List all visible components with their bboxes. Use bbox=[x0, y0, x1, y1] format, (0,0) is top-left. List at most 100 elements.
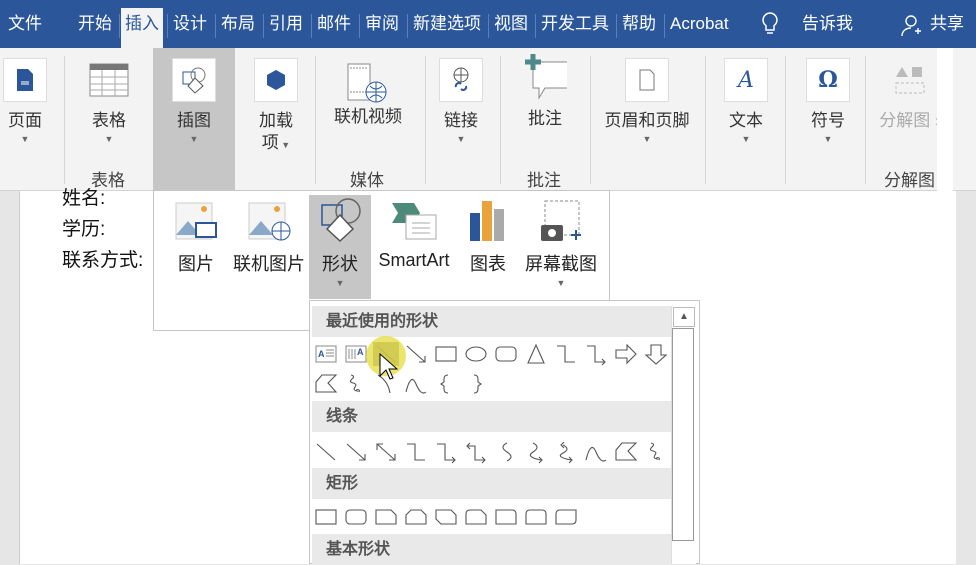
online-pictures-button[interactable]: 联机图片 bbox=[230, 195, 308, 291]
chart-icon bbox=[470, 201, 504, 241]
tab-separator bbox=[311, 14, 312, 38]
elbow-shape-icon[interactable] bbox=[403, 440, 429, 464]
tab-separator bbox=[167, 14, 168, 38]
round1-rect-shape-icon[interactable] bbox=[493, 505, 519, 529]
tab-12[interactable]: Acrobat bbox=[666, 0, 733, 48]
snip2-same-rect-shape-icon[interactable] bbox=[403, 505, 429, 529]
curve-arrow-shape-icon[interactable] bbox=[523, 440, 549, 464]
textbox-shape-icon[interactable]: A bbox=[313, 342, 339, 366]
group-separator bbox=[500, 56, 501, 184]
dropdown-arrow-icon: ▼ bbox=[189, 134, 199, 144]
arrow-shape-icon[interactable] bbox=[403, 342, 429, 366]
right-arrow-shape-icon[interactable] bbox=[613, 342, 639, 366]
tab-separator bbox=[263, 14, 264, 38]
tab-2[interactable]: 插入 bbox=[121, 8, 163, 48]
elbow-double-arrow-shape-icon[interactable] bbox=[463, 440, 489, 464]
tab-separator bbox=[359, 14, 360, 38]
tab-4[interactable]: 布局 bbox=[217, 0, 259, 48]
link-icon bbox=[439, 58, 483, 102]
online-picture-icon bbox=[248, 202, 291, 241]
tab-separator bbox=[407, 14, 408, 38]
rounded-rect-shape-icon[interactable] bbox=[343, 505, 369, 529]
pictures-button[interactable]: 图片 bbox=[168, 195, 224, 291]
shapes-icon bbox=[321, 198, 361, 243]
freeform-shape-icon[interactable] bbox=[613, 440, 639, 464]
curve-shape-icon[interactable] bbox=[403, 372, 429, 396]
snip2-diag-rect-shape-icon[interactable] bbox=[433, 505, 459, 529]
ribbon-scroll[interactable] bbox=[937, 48, 953, 191]
pages-button[interactable]: 页面 ▼ bbox=[0, 52, 50, 192]
scribble-shape-icon[interactable] bbox=[643, 440, 669, 464]
dropdown-arrow-icon: ▼ bbox=[556, 278, 566, 288]
curve-double-arrow-shape-icon[interactable] bbox=[553, 440, 579, 464]
group-separator bbox=[590, 56, 591, 184]
tab-1[interactable]: 开始 bbox=[74, 0, 116, 48]
tab-0[interactable]: 文件 bbox=[4, 0, 46, 48]
down-arrow-shape-icon[interactable] bbox=[643, 342, 669, 366]
symbols-button[interactable]: Ω 符号 ▼ bbox=[800, 52, 856, 192]
page-icon bbox=[3, 58, 47, 102]
document-line: 姓名: bbox=[62, 188, 106, 209]
group-separator bbox=[705, 56, 706, 184]
group-separator bbox=[425, 56, 426, 184]
screenshot-button[interactable]: 屏幕截图 ▼ bbox=[520, 195, 602, 291]
group-separator bbox=[64, 56, 65, 184]
arrow-shape-icon[interactable] bbox=[343, 440, 369, 464]
round2-same-rect-shape-icon[interactable] bbox=[523, 505, 549, 529]
table-icon bbox=[87, 58, 131, 102]
tab-8[interactable]: 新建选项 bbox=[409, 0, 485, 48]
rect-shape-icon[interactable] bbox=[433, 342, 459, 366]
tab-separator bbox=[215, 14, 216, 38]
triangle-shape-icon[interactable] bbox=[523, 342, 549, 366]
snip-round-rect-shape-icon[interactable] bbox=[463, 505, 489, 529]
text-button[interactable]: A 文本 ▼ bbox=[718, 52, 774, 192]
tab-11[interactable]: 帮助 bbox=[618, 0, 660, 48]
new-comment-icon bbox=[523, 54, 567, 100]
double-arrow-shape-icon[interactable] bbox=[373, 440, 399, 464]
illustrations-button[interactable]: 插图 ▼ bbox=[153, 48, 235, 191]
scroll-up-button[interactable]: ▲ bbox=[673, 307, 695, 327]
round2-diag-rect-shape-icon[interactable] bbox=[553, 505, 579, 529]
tab-7[interactable]: 审阅 bbox=[361, 0, 403, 48]
rounded-rect-shape-icon[interactable] bbox=[493, 342, 519, 366]
chart-button[interactable]: 图表 bbox=[462, 195, 514, 291]
tab-10[interactable]: 开发工具 bbox=[537, 0, 613, 48]
dropdown-arrow-icon: ▼ bbox=[456, 134, 466, 144]
right-brace-shape-icon[interactable] bbox=[463, 372, 489, 396]
share-button[interactable]: 共享 bbox=[926, 0, 968, 48]
tab-3[interactable]: 设计 bbox=[169, 0, 211, 48]
tab-9[interactable]: 视图 bbox=[490, 0, 532, 48]
dropdown-arrow-icon: ▼ bbox=[642, 134, 652, 144]
scribble-shape-icon[interactable] bbox=[343, 372, 369, 396]
addins-button[interactable]: 加载 项 ▼ bbox=[246, 52, 306, 192]
tell-me-search[interactable]: 告诉我 bbox=[798, 0, 857, 48]
rect-shape-icon[interactable] bbox=[313, 505, 339, 529]
links-button[interactable]: 链接 ▼ bbox=[436, 52, 486, 192]
curve-connector-shape-icon[interactable] bbox=[493, 440, 519, 464]
smartart-icon bbox=[392, 203, 437, 240]
group-separator bbox=[865, 56, 866, 184]
smartart-button[interactable]: SmartArt bbox=[374, 195, 454, 291]
tab-6[interactable]: 邮件 bbox=[313, 0, 355, 48]
group-label-exploded: 分解图 bbox=[884, 171, 935, 190]
freeform-shape-icon[interactable] bbox=[313, 372, 339, 396]
left-brace-shape-icon[interactable] bbox=[433, 372, 459, 396]
elbow-arrow-shape-icon[interactable] bbox=[433, 440, 459, 464]
lightbulb-icon[interactable] bbox=[760, 11, 780, 42]
curve-shape-icon[interactable] bbox=[583, 440, 609, 464]
ribbon: 页面 ▼ 表格 ▼ 表格 插图 ▼ 加载 项 ▼ 联机视频 媒体 链接 ▼ 批注 批注 … bbox=[0, 48, 976, 191]
oval-shape-icon[interactable] bbox=[463, 342, 489, 366]
dropdown-arrow-icon: ▼ bbox=[741, 134, 751, 144]
elbow-shape-icon[interactable] bbox=[553, 342, 579, 366]
tab-separator bbox=[616, 14, 617, 38]
scrollbar-thumb[interactable] bbox=[672, 328, 694, 541]
tab-5[interactable]: 引用 bbox=[265, 0, 307, 48]
person-add-icon[interactable] bbox=[900, 14, 922, 43]
elbow-arrow-shape-icon[interactable] bbox=[583, 342, 609, 366]
shapes-button[interactable]: 形状 ▼ bbox=[309, 195, 371, 299]
line-shape-icon[interactable] bbox=[313, 440, 339, 464]
snip1-rect-shape-icon[interactable] bbox=[373, 505, 399, 529]
dropdown-arrow-icon: ▼ bbox=[278, 140, 291, 150]
exploded-view-icon bbox=[888, 58, 932, 102]
header-footer-button[interactable]: 页眉和页脚 ▼ bbox=[600, 52, 694, 192]
